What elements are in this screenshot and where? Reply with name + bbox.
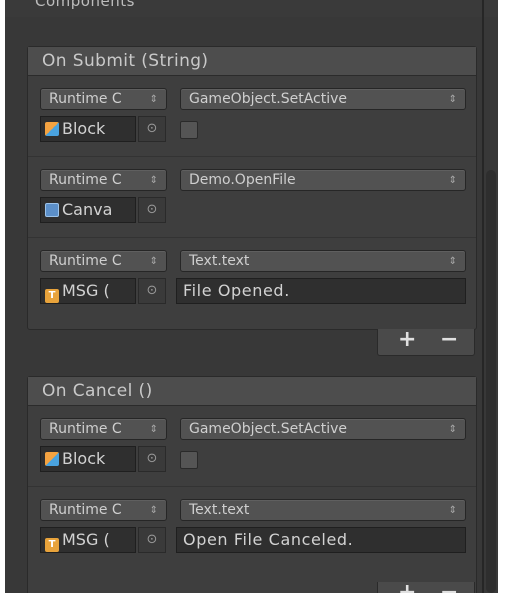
runtime-dropdown[interactable]: Runtime C ⇕ (40, 418, 167, 440)
method-dropdown[interactable]: Text.text ⇕ (180, 499, 466, 521)
scrollbar[interactable] (486, 170, 496, 593)
method-dropdown[interactable]: Demo.OpenFile ⇕ (180, 169, 466, 191)
method-dropdown[interactable]: Text.text ⇕ (180, 250, 466, 272)
dropdown-arrow-icon: ⇕ (149, 424, 158, 435)
dropdown-arrow-icon: ⇕ (448, 256, 457, 267)
remove-listener-button[interactable]: − (440, 580, 458, 593)
runtime-dropdown[interactable]: Runtime C ⇕ (40, 250, 167, 272)
remove-listener-button[interactable]: − (440, 327, 458, 352)
target-object-field[interactable]: Block (40, 116, 136, 142)
event-title: On Cancel () (28, 377, 476, 406)
event-entry: Runtime C ⇕ Text.text ⇕ T MSG ( ⊙ File Open… (28, 238, 476, 330)
event-entry: Runtime C ⇕ Text.text ⇕ T MSG ( ⊙ Open File… (28, 487, 476, 567)
dropdown-arrow-icon: ⇕ (448, 505, 457, 516)
method-dropdown[interactable]: GameObject.SetActive ⇕ (180, 88, 466, 110)
text-component-icon: T (45, 538, 59, 552)
runtime-dropdown[interactable]: Runtime C ⇕ (40, 169, 167, 191)
target-object-field[interactable]: T MSG ( (40, 278, 136, 304)
gameobject-cube-icon (45, 122, 59, 136)
runtime-dropdown[interactable]: Runtime C ⇕ (40, 499, 167, 521)
method-dropdown[interactable]: GameObject.SetActive ⇕ (180, 418, 466, 440)
event-title: On Submit (String) (28, 47, 476, 76)
components-header: Components (5, 0, 498, 17)
dropdown-arrow-icon: ⇕ (149, 256, 158, 267)
string-value-field[interactable]: Open File Canceled. (176, 527, 466, 553)
panel-divider (482, 0, 484, 593)
add-listener-button[interactable]: + (398, 327, 416, 352)
gameobject-cube-icon (45, 452, 59, 466)
object-picker-button[interactable]: ⊙ (138, 116, 166, 142)
target-object-field[interactable]: T MSG ( (40, 527, 136, 553)
setactive-toggle[interactable] (180, 121, 198, 139)
setactive-toggle[interactable] (180, 451, 198, 469)
target-object-field[interactable]: Canva (40, 197, 136, 223)
on-cancel-event: On Cancel () Runtime C ⇕ GameObject.SetAc… (27, 376, 477, 593)
components-header-label: Components (35, 0, 135, 10)
dropdown-arrow-icon: ⇕ (149, 94, 158, 105)
object-picker-button[interactable]: ⊙ (138, 527, 166, 553)
text-component-icon: T (45, 289, 59, 303)
object-picker-button[interactable]: ⊙ (138, 278, 166, 304)
list-footer: + − (377, 327, 475, 356)
object-picker-button[interactable]: ⊙ (138, 446, 166, 472)
list-footer: + − (377, 580, 475, 593)
inspector-panel: Components On Submit (String) Runtime C ⇕… (5, 0, 498, 593)
on-submit-event: On Submit (String) Runtime C ⇕ GameObject… (27, 46, 477, 330)
string-value-field[interactable]: File Opened. (176, 278, 466, 304)
dropdown-arrow-icon: ⇕ (448, 424, 457, 435)
event-entry: Runtime C ⇕ Demo.OpenFile ⇕ Canva ⊙ (28, 157, 476, 238)
dropdown-arrow-icon: ⇕ (149, 505, 158, 516)
object-picker-button[interactable]: ⊙ (138, 197, 166, 223)
add-listener-button[interactable]: + (398, 580, 416, 593)
event-entry: Runtime C ⇕ GameObject.SetActive ⇕ Block ⊙ (28, 406, 476, 487)
runtime-dropdown[interactable]: Runtime C ⇕ (40, 88, 167, 110)
target-object-field[interactable]: Block (40, 446, 136, 472)
canvas-script-icon (45, 203, 59, 217)
dropdown-arrow-icon: ⇕ (448, 94, 457, 105)
dropdown-arrow-icon: ⇕ (448, 175, 457, 186)
dropdown-arrow-icon: ⇕ (149, 175, 158, 186)
event-entry: Runtime C ⇕ GameObject.SetActive ⇕ Block ⊙ (28, 76, 476, 157)
